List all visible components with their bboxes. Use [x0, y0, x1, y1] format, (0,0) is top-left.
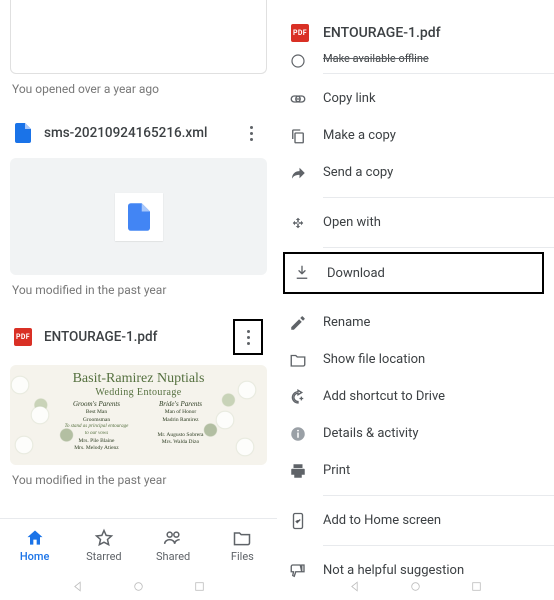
menu-item-clipped[interactable]: Make available offline [323, 62, 554, 74]
menu-item-send-a-copy[interactable]: Send a copy [289, 154, 554, 191]
more-options-button[interactable] [233, 319, 263, 355]
menu-item-label: Add shortcut to Drive [323, 389, 445, 404]
file-meta-text: You modified in the past year [12, 283, 265, 297]
menu-item-add-shortcut-to-drive[interactable]: Add shortcut to Drive [289, 378, 554, 415]
nav-starred[interactable]: Starred [69, 519, 138, 572]
file-card[interactable]: PDF ENTOURAGE-1.pdf Basit-Ramirez Nuptia… [10, 309, 267, 465]
shortcut-icon [289, 388, 323, 406]
offline-icon [289, 52, 307, 70]
addhome-icon [289, 512, 323, 530]
preview-title: Basit-Ramirez Nuptials [10, 371, 267, 387]
file-name-label: sms-20210924165216.xml [44, 125, 227, 141]
file-meta-text: You opened over a year ago [12, 82, 265, 96]
drive-file-list-screen: You opened over a year ago sms-202109241… [0, 0, 277, 600]
nav-shared[interactable]: Shared [139, 519, 208, 572]
home-sys-icon[interactable] [132, 580, 145, 593]
send-icon [289, 164, 323, 182]
menu-item-make-a-copy[interactable]: Make a copy [289, 117, 554, 154]
back-icon[interactable] [71, 580, 84, 593]
print-icon [289, 462, 323, 480]
menu-item-details-activity[interactable]: Details & activity [289, 415, 554, 452]
download-icon [293, 264, 327, 282]
menu-item-label: Make a copy [323, 128, 396, 143]
file-thumbnail[interactable] [10, 158, 267, 275]
menu-item-label: Print [323, 463, 350, 478]
preview-subtitle: Wedding Entourage [10, 387, 267, 398]
file-meta-text: You modified in the past year [12, 473, 265, 487]
pdf-icon: PDF [291, 24, 309, 42]
recents-icon[interactable] [470, 580, 483, 593]
menu-item-add-to-home-screen[interactable]: Add to Home screen [289, 502, 554, 539]
people-icon [163, 528, 183, 548]
star-icon [94, 528, 114, 548]
nav-files[interactable]: Files [208, 519, 277, 572]
file-thumbnail[interactable]: Basit-Ramirez Nuptials Wedding Entourage… [10, 365, 267, 465]
menu-item-copy-link[interactable]: Copy link [289, 80, 554, 117]
file-name-label: ENTOURAGE-1.pdf [44, 329, 221, 345]
generic-file-icon [14, 124, 32, 142]
home-sys-icon[interactable] [409, 580, 422, 593]
menu-item-label: Show file location [323, 352, 425, 367]
file-actions-sheet: PDF ENTOURAGE-1.pdf Make available offli… [277, 0, 554, 600]
folder-icon [289, 351, 323, 369]
home-icon [25, 528, 45, 548]
pdf-icon: PDF [14, 328, 32, 346]
sheet-file-name: ENTOURAGE-1.pdf [323, 25, 441, 41]
menu-item-label: Open with [323, 215, 381, 230]
recents-icon[interactable] [193, 580, 206, 593]
rename-icon [289, 314, 323, 332]
system-navigation [277, 572, 554, 600]
menu-item-label: Details & activity [323, 426, 418, 441]
menu-item-label: Send a copy [323, 165, 393, 180]
system-navigation [0, 572, 277, 600]
menu-item-print[interactable]: Print [289, 452, 554, 489]
menu-item-rename[interactable]: Rename [289, 304, 554, 341]
folder-icon [232, 528, 252, 548]
link-icon [289, 90, 323, 108]
bottom-navigation: Home Starred Shared Files [0, 518, 277, 572]
file-card-partial[interactable] [10, 0, 267, 74]
back-icon[interactable] [348, 580, 361, 593]
download-highlight: Download [283, 252, 544, 294]
menu-item-label: Copy link [323, 91, 376, 106]
menu-item-label: Rename [323, 315, 370, 330]
menu-item-label: Add to Home screen [323, 513, 441, 528]
info-icon [289, 425, 323, 443]
copy-icon [289, 127, 323, 145]
nav-home[interactable]: Home [0, 519, 69, 572]
menu-item-label: Download [327, 266, 385, 281]
more-options-button[interactable] [239, 118, 263, 148]
menu-item-open-with[interactable]: Open with [289, 204, 554, 241]
menu-item-download[interactable]: Download [285, 254, 542, 292]
menu-item-show-file-location[interactable]: Show file location [289, 341, 554, 378]
file-card[interactable]: sms-20210924165216.xml [10, 108, 267, 275]
openwith-icon [289, 214, 323, 232]
